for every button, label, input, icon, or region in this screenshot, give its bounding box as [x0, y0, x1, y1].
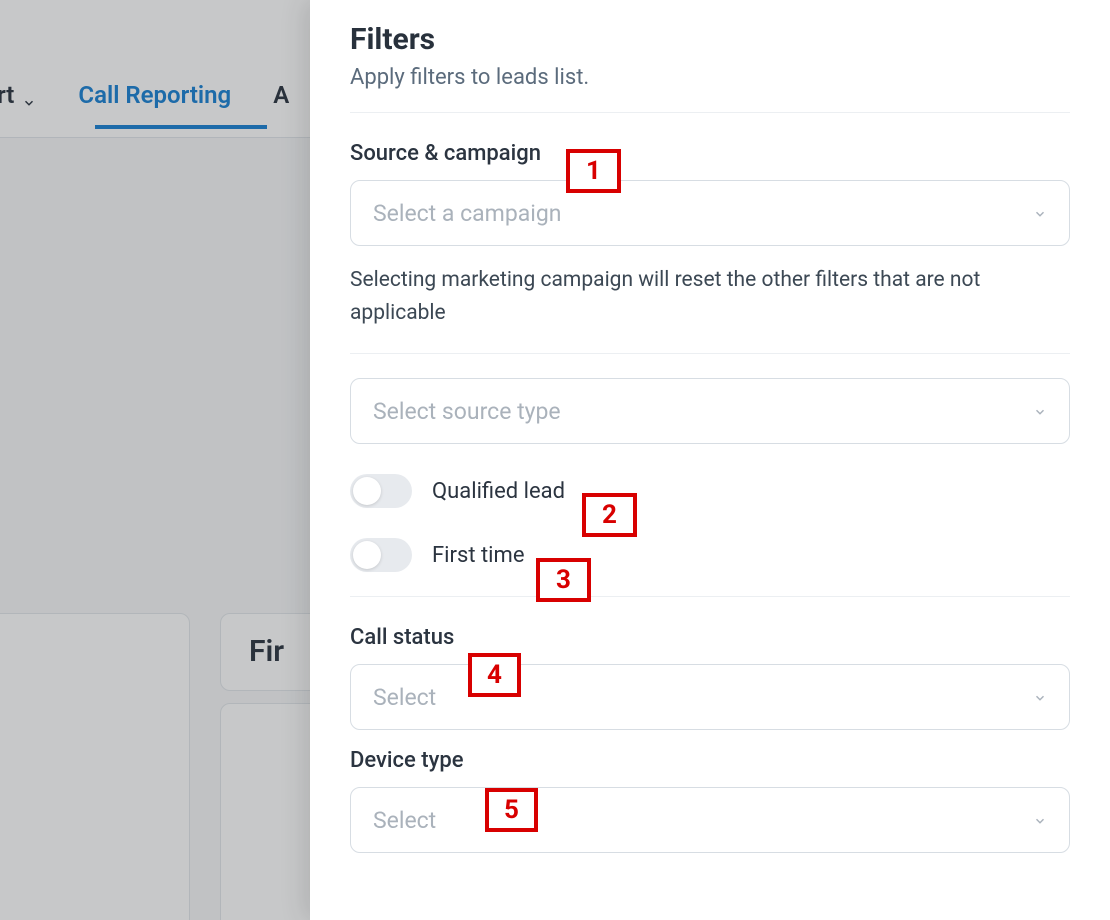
source-type-select[interactable]: Select source type — [350, 378, 1070, 444]
call-status-select-placeholder: Select — [373, 684, 436, 711]
toggle-knob — [353, 477, 381, 505]
first-time-label: First time — [432, 543, 524, 568]
source-type-select-placeholder: Select source type — [373, 398, 561, 425]
qualified-lead-label: Qualified lead — [432, 479, 565, 504]
chevron-down-icon — [1033, 690, 1047, 704]
first-time-row: First time — [350, 538, 1070, 572]
qualified-lead-toggle[interactable] — [350, 474, 412, 508]
filters-header: Filters Apply filters to leads list. — [350, 22, 1070, 113]
device-type-label: Device type — [350, 748, 1070, 773]
campaign-helper-text: Selecting marketing campaign will reset … — [350, 264, 1070, 354]
device-type-select-placeholder: Select — [373, 807, 436, 834]
call-status-select[interactable]: Select — [350, 664, 1070, 730]
toggle-knob — [353, 541, 381, 569]
filters-body: Source & campaign Select a campaign Sele… — [350, 113, 1070, 920]
chevron-down-icon — [1033, 813, 1047, 827]
panel-subtitle: Apply filters to leads list. — [350, 65, 1070, 90]
device-type-select[interactable]: Select — [350, 787, 1070, 853]
campaign-select[interactable]: Select a campaign — [350, 180, 1070, 246]
chevron-down-icon — [1033, 206, 1047, 220]
panel-title: Filters — [350, 22, 1070, 57]
qualified-lead-row: Qualified lead — [350, 474, 1070, 508]
call-status-label: Call status — [350, 625, 1070, 650]
filters-panel: Filters Apply filters to leads list. Sou… — [310, 0, 1110, 920]
chevron-down-icon — [1033, 404, 1047, 418]
first-time-toggle[interactable] — [350, 538, 412, 572]
divider — [350, 596, 1070, 597]
source-campaign-label: Source & campaign — [350, 141, 1070, 166]
campaign-select-placeholder: Select a campaign — [373, 200, 561, 227]
